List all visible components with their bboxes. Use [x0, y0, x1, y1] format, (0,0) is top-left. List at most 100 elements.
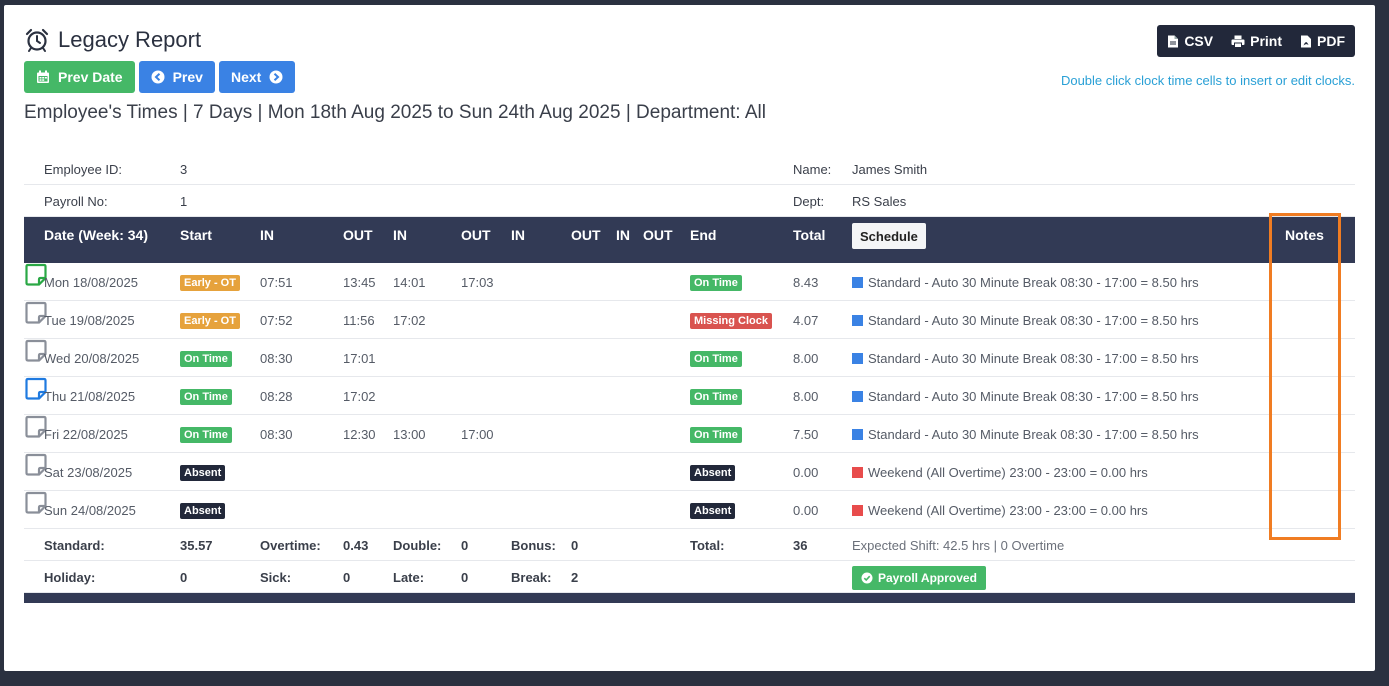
clock-in-2-cell[interactable]: 14:01 [393, 275, 426, 290]
alarm-clock-icon [25, 28, 49, 52]
late-label: Late: [393, 570, 425, 585]
holiday-label: Holiday: [44, 570, 96, 585]
row-schedule: Weekend (All Overtime) 23:00 - 23:00 = 0… [852, 465, 1148, 480]
bonus-value: 0 [571, 538, 579, 553]
expected-shift: Expected Shift: 42.5 hrs | 0 Overtime [852, 538, 1065, 553]
prev-date-button[interactable]: Prev Date [24, 61, 135, 93]
row-schedule: Standard - Auto 30 Minute Break 08:30 - … [852, 389, 1199, 404]
row-schedule: Standard - Auto 30 Minute Break 08:30 - … [852, 313, 1199, 328]
clock-out-2-cell[interactable]: 17:03 [461, 275, 494, 290]
schedule-button[interactable]: Schedule [852, 223, 926, 249]
clock-out-2-cell[interactable]: 17:00 [461, 427, 494, 442]
row-schedule: Standard - Auto 30 Minute Break 08:30 - … [852, 351, 1199, 366]
clock-in-2-cell[interactable]: 13:00 [393, 427, 426, 442]
end-status-badge: Absent [690, 503, 736, 519]
print-button[interactable]: Print [1231, 33, 1282, 49]
row-date: Thu 21/08/2025 [44, 389, 136, 404]
end-status-badge: On Time [690, 389, 742, 405]
clock-in-1-cell[interactable]: 07:51 [260, 275, 293, 290]
arrow-circle-left-icon [151, 70, 165, 84]
pdf-file-icon [1301, 35, 1311, 47]
sick-label: Sick: [260, 570, 292, 585]
table-row: Wed 20/08/2025 On Time 08:30 17:01 On Time 8.… [24, 339, 1355, 377]
name-value: James Smith [852, 162, 928, 177]
clock-in-1-cell[interactable]: 08:28 [260, 389, 293, 404]
row-total: 4.07 [793, 313, 819, 328]
table-row: Sat 23/08/2025 Absent Absent 0.00 Weekend (A… [24, 453, 1355, 491]
report-subtitle: Employee's Times | 7 Days | Mon 18th Aug… [24, 102, 766, 123]
col-in-4: IN [616, 227, 630, 243]
export-toolbar: CSV Print PDF [1157, 25, 1355, 57]
row-date: Fri 22/08/2025 [44, 427, 128, 442]
row-date: Tue 19/08/2025 [44, 313, 135, 328]
printer-icon [1231, 35, 1245, 48]
standard-value: 35.57 [180, 538, 213, 553]
notes-column-highlight [1269, 213, 1341, 540]
row-date: Sun 24/08/2025 [44, 503, 136, 518]
summary-row-hours: Standard: 35.57 Overtime: 0.43 Double: 0… [24, 529, 1355, 561]
clock-in-1-cell[interactable]: 07:52 [260, 313, 293, 328]
page-title: Legacy Report [58, 27, 202, 52]
col-date: Date (Week: 34) [44, 227, 149, 243]
payroll-label: Payroll No: [44, 194, 108, 209]
calendar-icon [37, 70, 49, 83]
table-row: Mon 18/08/2025 Early - OT 07:51 13:45 14:01 1… [24, 263, 1355, 301]
schedule-color-swatch [852, 315, 863, 326]
payroll-approved-label: Payroll Approved [878, 571, 977, 585]
date-navigation: Prev Date Prev Next [24, 61, 296, 93]
total-value: 36 [793, 538, 808, 553]
row-total: 8.00 [793, 351, 819, 366]
file-icon [1168, 35, 1179, 47]
start-status-badge: Absent [180, 503, 226, 519]
schedule-text: Standard - Auto 30 Minute Break 08:30 - … [868, 351, 1199, 366]
schedule-color-swatch [852, 505, 863, 516]
end-status-badge: Absent [690, 465, 736, 481]
prev-button[interactable]: Prev [138, 61, 215, 93]
standard-label: Standard: [44, 538, 105, 553]
table-row: Fri 22/08/2025 On Time 08:30 12:30 13:00 17:0… [24, 415, 1355, 453]
col-in-3: IN [511, 227, 525, 243]
row-total: 0.00 [793, 465, 819, 480]
row-total: 0.00 [793, 503, 819, 518]
break-label: Break: [511, 570, 552, 585]
clock-in-1-cell[interactable]: 08:30 [260, 351, 293, 366]
report-page: Legacy Report Prev Date Prev Next CSV Pr… [4, 5, 1375, 671]
row-schedule: Weekend (All Overtime) 23:00 - 23:00 = 0… [852, 503, 1148, 518]
clock-out-1-cell[interactable]: 17:02 [343, 389, 376, 404]
holiday-value: 0 [180, 570, 188, 585]
start-status-badge: On Time [180, 427, 232, 443]
clock-out-1-cell[interactable]: 11:56 [343, 313, 375, 328]
schedule-text: Standard - Auto 30 Minute Break 08:30 - … [868, 313, 1199, 328]
col-out-2: OUT [461, 227, 491, 243]
col-in-1: IN [260, 227, 274, 243]
clock-out-1-cell[interactable]: 12:30 [343, 427, 376, 442]
col-end: End [690, 227, 717, 243]
start-status-badge: On Time [180, 389, 232, 405]
prev-label: Prev [172, 69, 203, 85]
schedule-text: Standard - Auto 30 Minute Break 08:30 - … [868, 427, 1199, 442]
next-label: Next [230, 69, 262, 85]
break-value: 2 [571, 570, 579, 585]
double-label: Double: [393, 538, 442, 553]
schedule-color-swatch [852, 277, 863, 288]
payroll-approved-badge[interactable]: Payroll Approved [852, 566, 986, 590]
row-total: 7.50 [793, 427, 819, 442]
pdf-button[interactable]: PDF [1300, 33, 1345, 49]
schedule-color-swatch [852, 467, 863, 478]
col-total: Total [793, 227, 826, 243]
schedule-text: Weekend (All Overtime) 23:00 - 23:00 = 0… [868, 465, 1148, 480]
start-status-badge: Absent [180, 465, 226, 481]
employee-id-value: 3 [180, 162, 188, 177]
edit-hint: Double click clock time cells to insert … [1060, 73, 1355, 88]
next-button[interactable]: Next [218, 61, 296, 93]
clock-out-1-cell[interactable]: 13:45 [343, 275, 376, 290]
clock-in-2-cell[interactable]: 17:02 [393, 313, 426, 328]
clock-out-1-cell[interactable]: 17:01 [343, 351, 376, 366]
timesheet-table: Employee ID: 3 Name: James Smith Payroll… [24, 153, 1355, 603]
end-status-badge: On Time [690, 351, 742, 367]
schedule-text: Weekend (All Overtime) 23:00 - 23:00 = 0… [868, 503, 1148, 518]
csv-button[interactable]: CSV [1167, 33, 1213, 49]
double-value: 0 [461, 538, 469, 553]
clock-in-1-cell[interactable]: 08:30 [260, 427, 293, 442]
name-label: Name: [793, 162, 832, 177]
